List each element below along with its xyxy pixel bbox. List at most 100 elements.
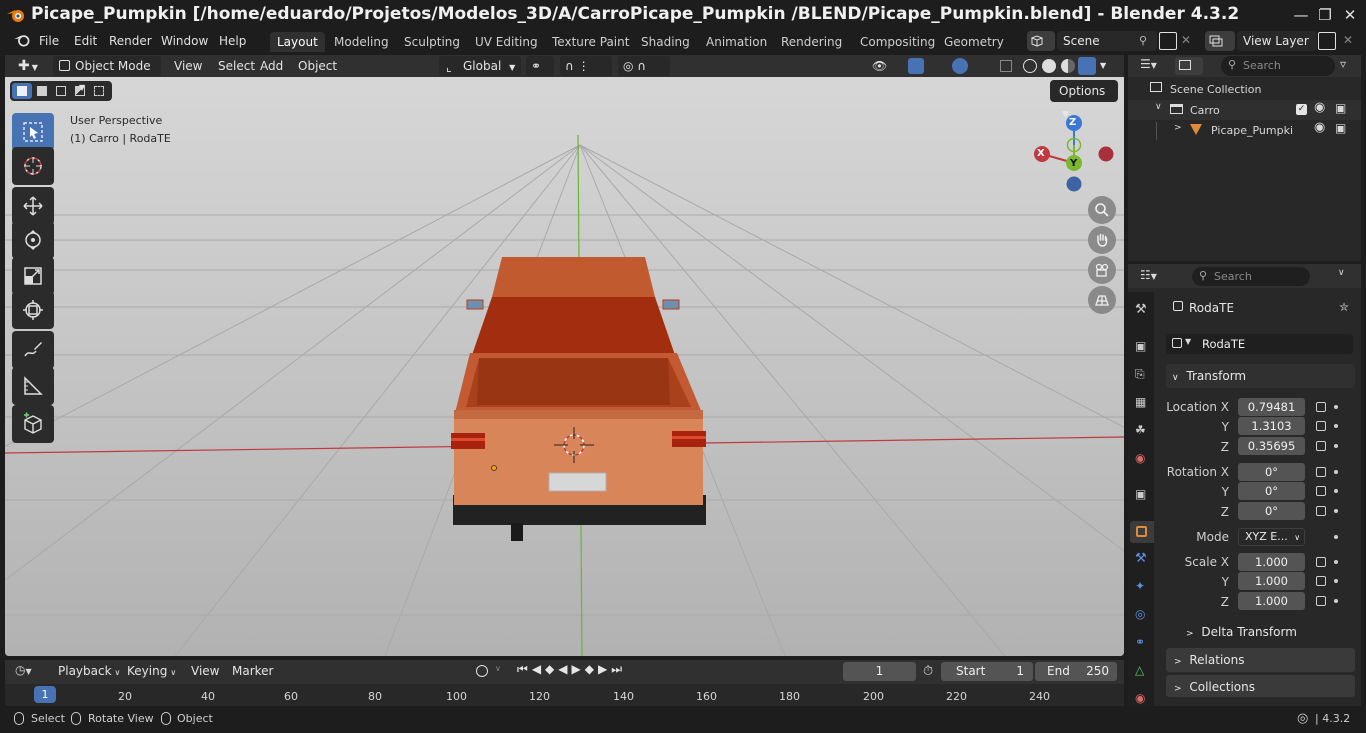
tool-rotate[interactable] xyxy=(12,221,54,259)
timeline-menu-view[interactable]: View xyxy=(186,661,224,681)
menu-help[interactable]: Help xyxy=(213,32,252,50)
current-frame-field[interactable]: 1 xyxy=(843,662,916,681)
particles-tab-icon[interactable]: ✦ xyxy=(1135,579,1145,593)
relations-panel-header[interactable]: > Relations xyxy=(1166,648,1355,672)
playback-dropdown[interactable]: Playback ∨ xyxy=(53,661,125,681)
rotation-x-field[interactable]: 0° xyxy=(1238,463,1305,481)
tool-annotate[interactable] xyxy=(12,331,54,369)
playhead-indicator[interactable]: 1 xyxy=(34,686,56,703)
maximize-icon[interactable]: ❐ xyxy=(1315,5,1335,25)
keyframe-dot-icon[interactable] xyxy=(1334,424,1338,428)
tab-compositing[interactable]: Compositing xyxy=(853,32,942,52)
3d-viewport[interactable]: Z Y X User Perspective (1) Carro | RodaT… xyxy=(5,55,1124,656)
collections-panel-header[interactable]: > Collections xyxy=(1166,675,1355,697)
pin-icon[interactable]: ✮ xyxy=(1339,300,1349,314)
timeline-menu-marker[interactable]: Marker xyxy=(227,661,278,681)
solid-shading-icon[interactable] xyxy=(1042,59,1056,73)
tab-rendering[interactable]: Rendering xyxy=(774,32,849,52)
lock-icon[interactable] xyxy=(1316,506,1326,516)
tool-scale[interactable] xyxy=(12,257,54,295)
view-layer-tab-icon[interactable]: ▦ xyxy=(1135,395,1146,409)
timeline-editor-type-button[interactable]: ◷▼ xyxy=(15,663,45,681)
tab-sculpting[interactable]: Sculpting xyxy=(397,32,467,52)
transform-orientation-dropdown[interactable]: ⌞ Global ▼ xyxy=(439,56,521,76)
location-x-field[interactable]: 0.79481 xyxy=(1238,398,1305,416)
rotation-y-field[interactable]: 0° xyxy=(1238,482,1305,500)
properties-search-input[interactable]: ⚲ Search xyxy=(1192,267,1310,286)
tool-move[interactable] xyxy=(12,187,54,225)
scene-tab-icon[interactable]: ☘ xyxy=(1135,423,1146,437)
menu-file[interactable]: File xyxy=(33,32,65,50)
lock-icon[interactable] xyxy=(1316,402,1326,412)
tool-add-cube[interactable] xyxy=(12,405,54,443)
menu-select[interactable]: Select xyxy=(213,56,260,76)
output-tab-icon[interactable]: ⎘ xyxy=(1135,367,1145,382)
tool-tab-icon[interactable]: ⚒ xyxy=(1135,302,1147,317)
minimize-icon[interactable]: — xyxy=(1291,5,1311,25)
new-scene-icon[interactable] xyxy=(1159,32,1177,50)
chevron-down-icon[interactable]: ∨ xyxy=(1338,268,1345,278)
collection-checkbox[interactable]: ✓ xyxy=(1296,104,1307,115)
ortho-toggle-button[interactable] xyxy=(1088,286,1116,314)
object-picape-label[interactable]: Picape_Pumpki xyxy=(1211,124,1293,137)
chevron-down-icon[interactable]: ▼ xyxy=(1100,56,1106,76)
outliner-editor-type-button[interactable]: ☰▼ xyxy=(1140,57,1168,75)
chevron-down-icon[interactable]: ∨ xyxy=(1155,102,1162,112)
material-shading-icon[interactable] xyxy=(1061,59,1075,73)
transform-panel-header[interactable]: ∨ Transform xyxy=(1166,364,1355,388)
properties-editor-type-button[interactable]: ☷▼ xyxy=(1140,268,1157,282)
select-subtract-button[interactable] xyxy=(52,83,70,99)
keying-dropdown[interactable]: Keying ∨ xyxy=(122,661,181,681)
mode-dropdown[interactable]: Object Mode ▼ xyxy=(53,56,161,92)
lock-icon[interactable] xyxy=(1316,421,1326,431)
chevron-right-icon[interactable]: > xyxy=(1174,123,1182,133)
keyframe-dot-icon[interactable] xyxy=(1334,579,1338,583)
delete-scene-icon[interactable]: ✕ xyxy=(1181,33,1191,47)
pivot-point-button[interactable]: ⚭ xyxy=(526,56,554,76)
delta-transform-subpanel[interactable]: > Delta Transform xyxy=(1186,625,1297,639)
editor-type-button[interactable]: ✚ ▼ xyxy=(13,56,49,76)
camera-view-button[interactable] xyxy=(1088,256,1116,284)
outliner-search-input[interactable]: ⚲ Search xyxy=(1221,56,1335,76)
lock-icon[interactable] xyxy=(1316,576,1326,586)
eye-icon[interactable]: ◉ xyxy=(1314,120,1325,135)
scale-z-field[interactable]: 1.000 xyxy=(1238,592,1305,610)
menu-edit[interactable]: Edit xyxy=(68,32,103,50)
auto-keying-button[interactable]: ∨ xyxy=(473,662,509,680)
scene-selector[interactable] xyxy=(1027,31,1055,51)
new-view-layer-icon[interactable] xyxy=(1318,32,1336,50)
delete-view-layer-icon[interactable]: ✕ xyxy=(1343,33,1353,47)
lock-icon[interactable] xyxy=(1316,596,1326,606)
keyframe-dot-icon[interactable] xyxy=(1334,470,1338,474)
jump-end-icon[interactable]: ⏭ xyxy=(611,662,626,676)
play-reverse-icon[interactable]: ◀ xyxy=(558,662,571,676)
camera-icon[interactable]: ▣ xyxy=(1335,101,1346,115)
start-frame-field[interactable]: Start 1 xyxy=(941,662,1033,681)
keyframe-dot-icon[interactable] xyxy=(1334,444,1338,448)
blender-menu-icon[interactable] xyxy=(13,33,31,47)
constraints-tab-icon[interactable]: ⚭ xyxy=(1135,635,1145,649)
keyframe-dot-icon[interactable] xyxy=(1334,599,1338,603)
jump-start-icon[interactable]: ⏮ xyxy=(517,662,532,676)
keyframe-dot-icon[interactable] xyxy=(1334,489,1338,493)
location-y-field[interactable]: 1.3103 xyxy=(1238,417,1305,435)
render-tab-icon[interactable]: ▣ xyxy=(1135,339,1146,353)
physics-tab-icon[interactable]: ◎ xyxy=(1135,607,1145,621)
menu-render[interactable]: Render xyxy=(103,32,158,50)
rendered-shading-icon[interactable] xyxy=(1078,57,1096,75)
next-keyframe-icon[interactable]: ◆▶ xyxy=(585,662,611,676)
close-icon[interactable]: ✕ xyxy=(1340,5,1360,25)
display-mode-button[interactable] xyxy=(1175,57,1203,75)
tab-animation[interactable]: Animation xyxy=(699,32,774,52)
xray-toggle[interactable] xyxy=(995,56,1017,76)
scale-y-field[interactable]: 1.000 xyxy=(1238,572,1305,590)
lock-icon[interactable] xyxy=(1316,557,1326,567)
world-tab-icon[interactable]: ◉ xyxy=(1135,451,1145,465)
tab-uv-editing[interactable]: UV Editing xyxy=(468,32,545,52)
pin-icon[interactable]: ⚲ xyxy=(1139,34,1147,47)
scale-x-field[interactable]: 1.000 xyxy=(1238,553,1305,571)
tab-modeling[interactable]: Modeling xyxy=(327,32,396,52)
lock-icon[interactable] xyxy=(1316,441,1326,451)
overlay-toggle[interactable] xyxy=(947,56,989,76)
select-intersect-button[interactable] xyxy=(90,83,108,99)
